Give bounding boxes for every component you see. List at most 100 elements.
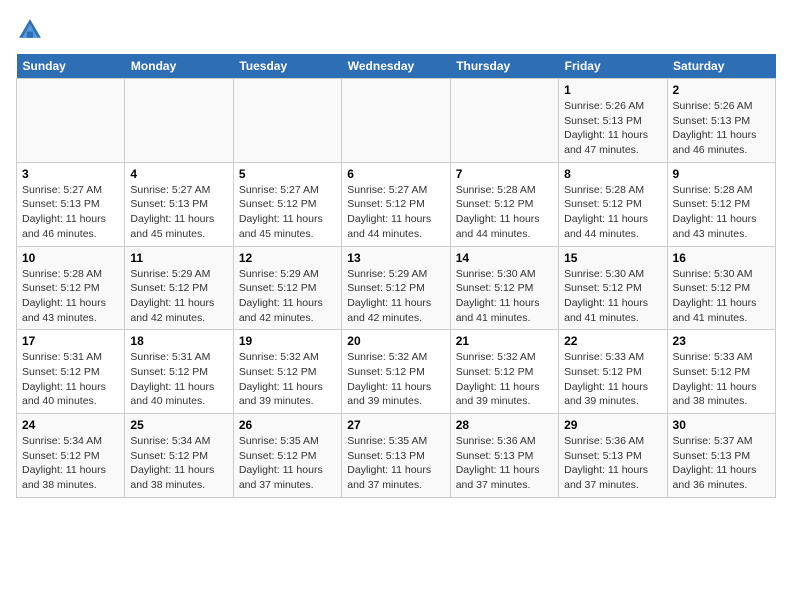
calendar-cell: 23 Sunrise: 5:33 AMSunset: 5:12 PMDayligh… [667, 330, 775, 414]
day-number: 1 [564, 83, 661, 97]
day-info: Sunrise: 5:30 AMSunset: 5:12 PMDaylight:… [673, 267, 770, 326]
calendar-cell: 18Sunrise: 5:31 AMSunset: 5:12 PMDayligh… [125, 330, 233, 414]
header [16, 16, 776, 44]
day-number: 19 [239, 334, 336, 348]
day-info: Sunrise: 5:34 AMSunset: 5:12 PMDaylight:… [22, 434, 119, 493]
day-info: Sunrise: 5:31 AMSunset: 5:12 PMDaylight:… [22, 350, 119, 409]
calendar-cell [17, 79, 125, 163]
day-number: 13 [347, 251, 444, 265]
header-row: SundayMondayTuesdayWednesdayThursdayFrid… [17, 54, 776, 79]
calendar-cell: 5 Sunrise: 5:27 AMSunset: 5:12 PMDaylight… [233, 162, 341, 246]
calendar-cell: 1 Sunrise: 5:26 AMSunset: 5:13 PMDaylight… [559, 79, 667, 163]
calendar-cell: 29 Sunrise: 5:36 AMSunset: 5:13 PMDayligh… [559, 414, 667, 498]
calendar-cell: 12 Sunrise: 5:29 AMSunset: 5:12 PMDayligh… [233, 246, 341, 330]
calendar-cell: 19 Sunrise: 5:32 AMSunset: 5:12 PMDayligh… [233, 330, 341, 414]
day-number: 16 [673, 251, 770, 265]
calendar-cell: 22 Sunrise: 5:33 AMSunset: 5:12 PMDayligh… [559, 330, 667, 414]
day-number: 22 [564, 334, 661, 348]
day-info: Sunrise: 5:33 AMSunset: 5:12 PMDaylight:… [673, 350, 770, 409]
day-number: 5 [239, 167, 336, 181]
day-info: Sunrise: 5:31 AMSunset: 5:12 PMDaylight:… [130, 350, 227, 409]
day-number: 30 [673, 418, 770, 432]
day-number: 9 [673, 167, 770, 181]
calendar-cell: 15 Sunrise: 5:30 AMSunset: 5:12 PMDayligh… [559, 246, 667, 330]
calendar-cell: 30Sunrise: 5:37 AMSunset: 5:13 PMDayligh… [667, 414, 775, 498]
header-day-monday: Monday [125, 54, 233, 79]
calendar-cell: 13 Sunrise: 5:29 AMSunset: 5:12 PMDayligh… [342, 246, 450, 330]
calendar-cell: 21 Sunrise: 5:32 AMSunset: 5:12 PMDayligh… [450, 330, 558, 414]
day-number: 3 [22, 167, 119, 181]
calendar-cell: 8 Sunrise: 5:28 AMSunset: 5:12 PMDaylight… [559, 162, 667, 246]
day-info: Sunrise: 5:29 AMSunset: 5:12 PMDaylight:… [239, 267, 336, 326]
day-number: 29 [564, 418, 661, 432]
calendar-cell: 10 Sunrise: 5:28 AMSunset: 5:12 PMDayligh… [17, 246, 125, 330]
day-info: Sunrise: 5:36 AMSunset: 5:13 PMDaylight:… [456, 434, 553, 493]
day-info: Sunrise: 5:33 AMSunset: 5:12 PMDaylight:… [564, 350, 661, 409]
day-info: Sunrise: 5:32 AMSunset: 5:12 PMDaylight:… [456, 350, 553, 409]
day-number: 12 [239, 251, 336, 265]
header-day-thursday: Thursday [450, 54, 558, 79]
day-info: Sunrise: 5:27 AMSunset: 5:13 PMDaylight:… [130, 183, 227, 242]
calendar-table: SundayMondayTuesdayWednesdayThursdayFrid… [16, 54, 776, 498]
calendar-cell [450, 79, 558, 163]
day-number: 6 [347, 167, 444, 181]
day-number: 2 [673, 83, 770, 97]
day-number: 8 [564, 167, 661, 181]
day-info: Sunrise: 5:26 AMSunset: 5:13 PMDaylight:… [564, 99, 661, 158]
day-number: 4 [130, 167, 227, 181]
calendar-cell: 24 Sunrise: 5:34 AMSunset: 5:12 PMDayligh… [17, 414, 125, 498]
calendar-cell [233, 79, 341, 163]
calendar-cell: 9 Sunrise: 5:28 AMSunset: 5:12 PMDaylight… [667, 162, 775, 246]
day-info: Sunrise: 5:32 AMSunset: 5:12 PMDaylight:… [239, 350, 336, 409]
header-day-friday: Friday [559, 54, 667, 79]
calendar-cell: 28Sunrise: 5:36 AMSunset: 5:13 PMDayligh… [450, 414, 558, 498]
calendar-cell [342, 79, 450, 163]
day-number: 26 [239, 418, 336, 432]
calendar-cell: 17 Sunrise: 5:31 AMSunset: 5:12 PMDayligh… [17, 330, 125, 414]
day-info: Sunrise: 5:36 AMSunset: 5:13 PMDaylight:… [564, 434, 661, 493]
calendar-cell: 14Sunrise: 5:30 AMSunset: 5:12 PMDayligh… [450, 246, 558, 330]
day-info: Sunrise: 5:34 AMSunset: 5:12 PMDaylight:… [130, 434, 227, 493]
calendar-cell: 6 Sunrise: 5:27 AMSunset: 5:12 PMDaylight… [342, 162, 450, 246]
logo-icon [16, 16, 44, 44]
calendar-cell: 20 Sunrise: 5:32 AMSunset: 5:12 PMDayligh… [342, 330, 450, 414]
day-number: 21 [456, 334, 553, 348]
day-info: Sunrise: 5:29 AMSunset: 5:12 PMDaylight:… [347, 267, 444, 326]
calendar-week-0: 1 Sunrise: 5:26 AMSunset: 5:13 PMDaylight… [17, 79, 776, 163]
calendar-cell: 2 Sunrise: 5:26 AMSunset: 5:13 PMDaylight… [667, 79, 775, 163]
day-info: Sunrise: 5:32 AMSunset: 5:12 PMDaylight:… [347, 350, 444, 409]
header-day-saturday: Saturday [667, 54, 775, 79]
day-info: Sunrise: 5:30 AMSunset: 5:12 PMDaylight:… [564, 267, 661, 326]
day-number: 20 [347, 334, 444, 348]
day-number: 27 [347, 418, 444, 432]
day-info: Sunrise: 5:27 AMSunset: 5:12 PMDaylight:… [347, 183, 444, 242]
calendar-cell: 7Sunrise: 5:28 AMSunset: 5:12 PMDaylight… [450, 162, 558, 246]
calendar-cell: 3 Sunrise: 5:27 AMSunset: 5:13 PMDaylight… [17, 162, 125, 246]
day-info: Sunrise: 5:28 AMSunset: 5:12 PMDaylight:… [564, 183, 661, 242]
calendar-cell: 26Sunrise: 5:35 AMSunset: 5:12 PMDayligh… [233, 414, 341, 498]
day-info: Sunrise: 5:28 AMSunset: 5:12 PMDaylight:… [22, 267, 119, 326]
calendar-week-3: 17 Sunrise: 5:31 AMSunset: 5:12 PMDayligh… [17, 330, 776, 414]
calendar-week-2: 10 Sunrise: 5:28 AMSunset: 5:12 PMDayligh… [17, 246, 776, 330]
day-info: Sunrise: 5:29 AMSunset: 5:12 PMDaylight:… [130, 267, 227, 326]
day-info: Sunrise: 5:27 AMSunset: 5:13 PMDaylight:… [22, 183, 119, 242]
day-info: Sunrise: 5:35 AMSunset: 5:13 PMDaylight:… [347, 434, 444, 493]
day-number: 15 [564, 251, 661, 265]
day-number: 17 [22, 334, 119, 348]
day-number: 7 [456, 167, 553, 181]
day-info: Sunrise: 5:28 AMSunset: 5:12 PMDaylight:… [673, 183, 770, 242]
calendar-week-1: 3 Sunrise: 5:27 AMSunset: 5:13 PMDaylight… [17, 162, 776, 246]
header-day-wednesday: Wednesday [342, 54, 450, 79]
day-info: Sunrise: 5:26 AMSunset: 5:13 PMDaylight:… [673, 99, 770, 158]
day-number: 10 [22, 251, 119, 265]
calendar-cell: 25 Sunrise: 5:34 AMSunset: 5:12 PMDayligh… [125, 414, 233, 498]
calendar-header: SundayMondayTuesdayWednesdayThursdayFrid… [17, 54, 776, 79]
logo [16, 16, 48, 44]
day-info: Sunrise: 5:27 AMSunset: 5:12 PMDaylight:… [239, 183, 336, 242]
day-number: 23 [673, 334, 770, 348]
calendar-cell: 27 Sunrise: 5:35 AMSunset: 5:13 PMDayligh… [342, 414, 450, 498]
day-number: 24 [22, 418, 119, 432]
header-day-tuesday: Tuesday [233, 54, 341, 79]
day-number: 25 [130, 418, 227, 432]
day-info: Sunrise: 5:30 AMSunset: 5:12 PMDaylight:… [456, 267, 553, 326]
